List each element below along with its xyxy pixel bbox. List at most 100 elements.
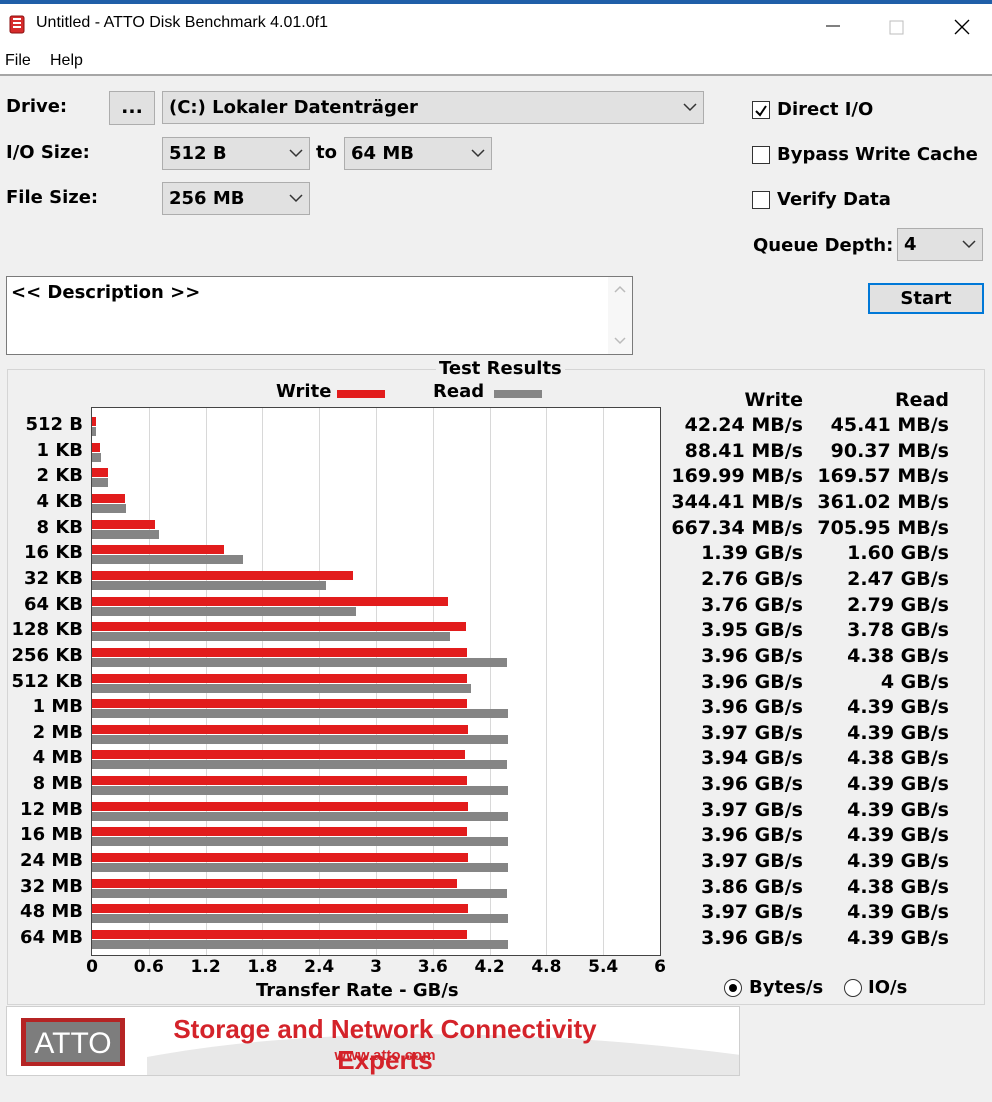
read-bar (92, 863, 508, 873)
row-label: 48 MB (20, 901, 83, 923)
write-bar (92, 930, 467, 939)
window-title: Untitled - ATTO Disk Benchmark 4.01.0f1 (36, 14, 328, 31)
direct-io-checkbox[interactable] (752, 101, 770, 119)
drive-select[interactable]: (C:) Lokaler Datenträger (162, 91, 704, 124)
row-label: 128 KB (11, 619, 83, 641)
read-bar (92, 529, 159, 539)
results-title: Test Results (436, 358, 565, 379)
read-bar (92, 452, 101, 462)
write-bar (92, 724, 468, 734)
row-label: 32 MB (20, 875, 83, 897)
row-label: 4 KB (36, 490, 83, 512)
chevron-down-icon (289, 194, 303, 203)
browse-button[interactable]: ... (109, 91, 155, 125)
start-button[interactable]: Start (868, 283, 984, 314)
write-value: 3.86 GB/s (701, 875, 803, 898)
maximize-button[interactable] (869, 8, 925, 44)
write-value: 3.96 GB/s (701, 927, 803, 949)
row-label: 64 MB (20, 927, 83, 948)
read-bar (92, 940, 508, 949)
read-bar (92, 632, 450, 642)
atto-logo-inner: ATTO (26, 1022, 120, 1062)
read-bar (92, 734, 508, 744)
row-label: 16 MB (20, 824, 83, 846)
bypass-write-cache-checkbox[interactable] (752, 146, 770, 164)
io-radio-label[interactable]: IO/s (868, 977, 907, 998)
bytes-radio[interactable] (724, 979, 742, 997)
banner-url: www.atto.com (334, 1047, 436, 1064)
io-to-value: 64 MB (351, 143, 414, 164)
write-bar (92, 493, 125, 503)
atto-banner[interactable]: ATTO Storage and Network Connectivity Ex… (6, 1006, 740, 1076)
bypass-write-cache-label[interactable]: Bypass Write Cache (777, 144, 978, 165)
gridline (546, 408, 548, 955)
x-tick-label: 1.2 (190, 957, 221, 977)
io-radio[interactable] (844, 979, 862, 997)
bytes-radio-label[interactable]: Bytes/s (749, 977, 823, 998)
file-size-select[interactable]: 256 MB (162, 182, 310, 215)
gridline (489, 408, 491, 955)
write-bar (92, 468, 109, 478)
close-button[interactable] (934, 8, 990, 44)
write-value: 88.41 MB/s (684, 439, 803, 462)
write-bar (92, 699, 467, 709)
row-label: 256 KB (11, 644, 83, 666)
read-value: 45.41 MB/s (830, 414, 949, 436)
minimize-button[interactable] (804, 8, 860, 44)
read-bar (92, 811, 508, 821)
read-value: 4.39 GB/s (847, 721, 949, 744)
chevron-down-icon (471, 149, 485, 158)
row-label: 12 MB (20, 798, 83, 820)
x-tick-label: 0 (86, 957, 98, 977)
write-value: 42.24 MB/s (684, 414, 803, 436)
write-bar (92, 570, 354, 580)
queue-depth-label: Queue Depth: (753, 235, 894, 256)
write-value: 667.34 MB/s (671, 516, 803, 539)
x-tick-label: 3 (370, 957, 382, 977)
queue-depth-select[interactable]: 4 (897, 228, 983, 261)
write-bar (92, 519, 156, 529)
read-value: 2.47 GB/s (847, 567, 949, 590)
write-bar (92, 673, 467, 683)
x-tick-label: 4.2 (474, 957, 505, 977)
write-bar (92, 776, 467, 786)
read-bar (92, 427, 97, 436)
write-value: 169.99 MB/s (671, 465, 803, 488)
read-bar (92, 760, 507, 770)
write-bar (92, 442, 101, 452)
atto-logo-text: ATTO (34, 1027, 112, 1060)
io-size-from-select[interactable]: 512 B (162, 137, 310, 170)
read-bar (92, 657, 507, 667)
legend-read-swatch (494, 390, 542, 398)
write-bar (92, 801, 468, 811)
close-icon (954, 19, 970, 35)
verify-data-label[interactable]: Verify Data (777, 189, 891, 210)
x-tick-label: 3.6 (417, 957, 448, 977)
row-label: 32 KB (24, 567, 83, 589)
row-label: 1 MB (32, 696, 83, 718)
io-size-to-select[interactable]: 64 MB (344, 137, 492, 170)
verify-data-checkbox[interactable] (752, 191, 770, 209)
x-tick-label: 4.8 (531, 957, 562, 977)
file-size-label: File Size: (6, 187, 99, 208)
read-value: 169.57 MB/s (817, 465, 949, 488)
scroll-down-icon (614, 337, 626, 345)
direct-io-label[interactable]: Direct I/O (777, 99, 873, 120)
description-box[interactable]: << Description >> (6, 276, 633, 355)
menu-file[interactable]: File (5, 52, 31, 70)
read-value: 4.39 GB/s (847, 850, 949, 873)
x-axis-title: Transfer Rate - GB/s (256, 980, 459, 1001)
write-bar (92, 545, 224, 555)
write-value: 3.96 GB/s (701, 696, 803, 719)
read-column-header: Read (895, 389, 949, 411)
io-size-label: I/O Size: (6, 142, 90, 163)
read-bar (92, 709, 508, 719)
description-scrollbar[interactable] (608, 277, 632, 354)
chevron-down-icon (289, 149, 303, 158)
menu-help[interactable]: Help (50, 52, 83, 70)
read-value: 4.38 GB/s (847, 644, 949, 667)
maximize-icon (889, 20, 904, 35)
write-value: 2.76 GB/s (701, 567, 803, 590)
chevron-down-icon (962, 240, 976, 249)
checkmark-icon (755, 105, 767, 117)
